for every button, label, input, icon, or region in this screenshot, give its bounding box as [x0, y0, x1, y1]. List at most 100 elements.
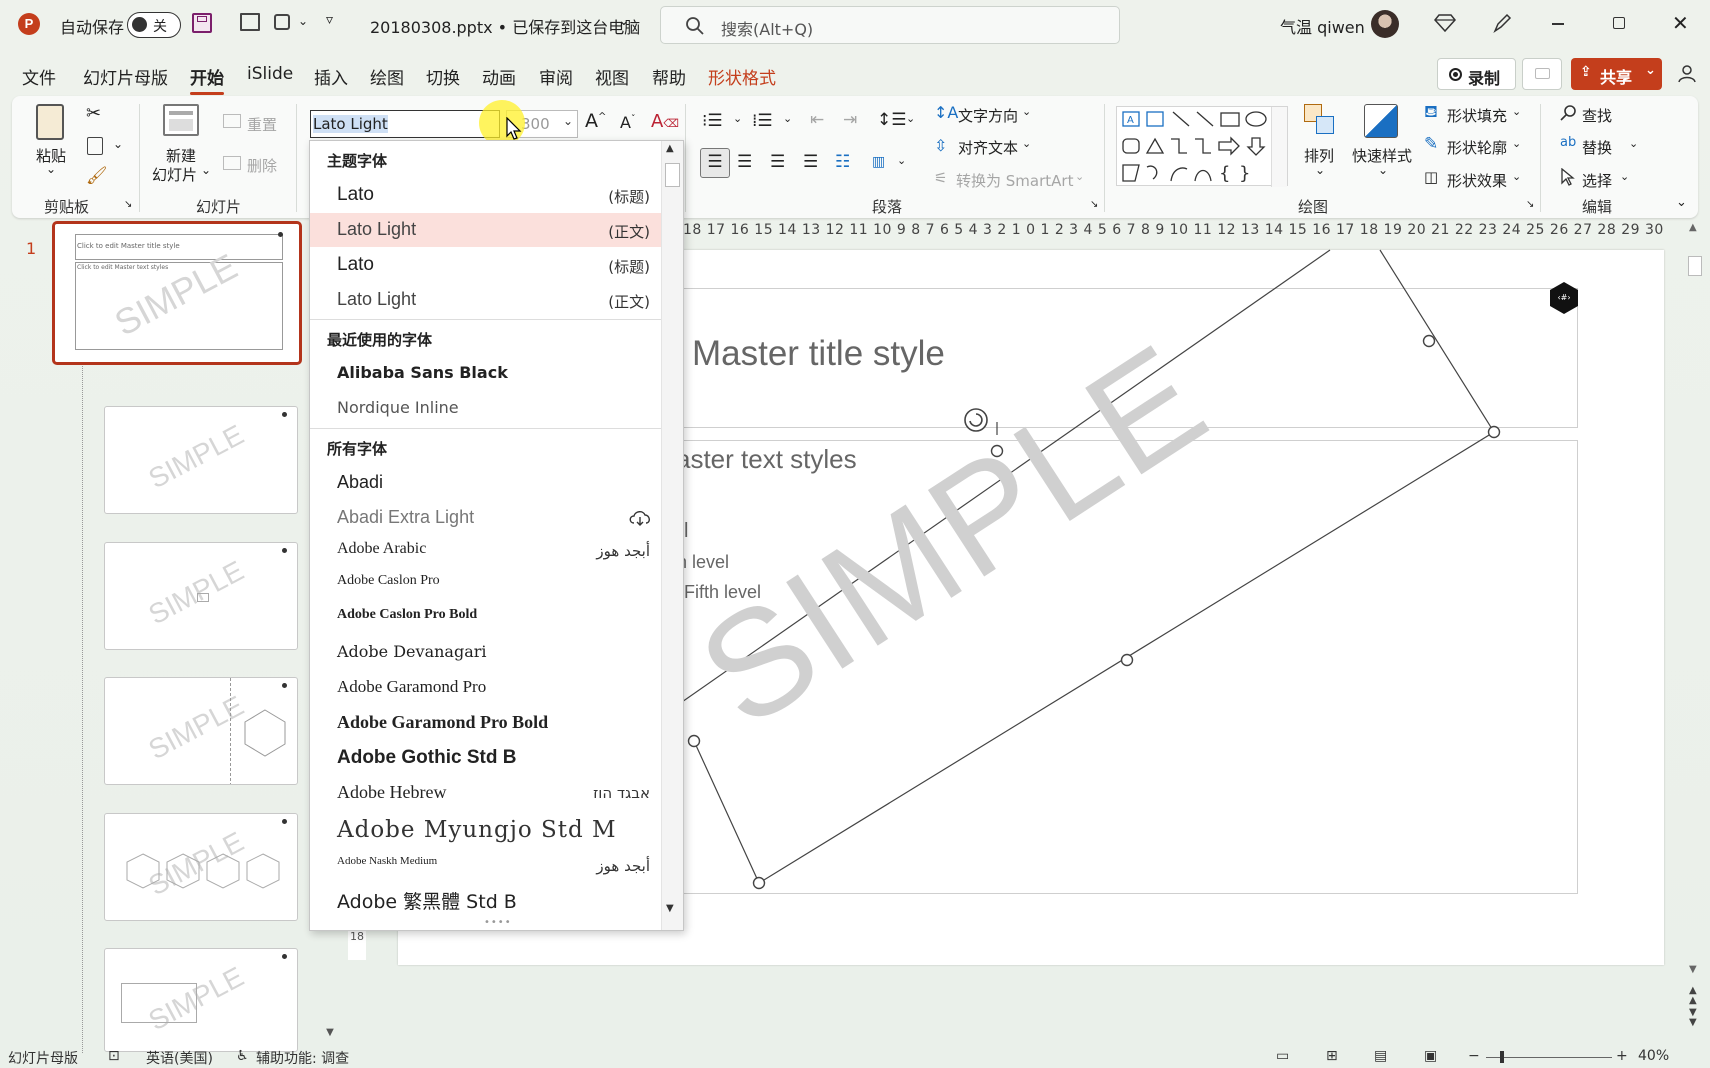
delete-icon[interactable] — [223, 156, 241, 170]
normal-view-icon[interactable]: ▭ — [1276, 1048, 1289, 1064]
font-name-input[interactable]: Lato Light — [310, 110, 500, 138]
comments-button[interactable] — [1522, 58, 1562, 90]
bullets-chevron-icon[interactable]: ⌄ — [733, 112, 742, 125]
tab-draw[interactable]: 绘图 — [370, 64, 404, 89]
filename-chevron-down-icon[interactable]: ⌄ — [618, 13, 630, 29]
font-list-scrollbar[interactable]: ▲ ▼ — [661, 141, 683, 930]
align-text-chevron-icon[interactable]: ⌄ — [1022, 137, 1031, 150]
text-direction-icon[interactable]: ↕A — [934, 103, 958, 122]
prev-slide-icon[interactable]: ▲ ▲ — [1689, 986, 1697, 1006]
autosave-toggle[interactable]: 关 — [127, 12, 181, 38]
slide-thumbnail-5[interactable]: SIMPLE — [104, 813, 298, 921]
align-left-button[interactable]: ☰ — [700, 148, 730, 178]
ribbon-collapse-icon[interactable]: ⌄ — [1676, 195, 1687, 210]
find-button[interactable]: 查找 — [1582, 105, 1612, 126]
font-option-adobe-hebrew[interactable]: Adobe Hebrew אבגד הוז — [310, 776, 662, 810]
tab-home[interactable]: 开始 — [190, 64, 224, 95]
arrange-chevron-icon[interactable]: ⌄ — [1315, 163, 1325, 177]
scroll-up-icon[interactable]: ▲ — [666, 143, 674, 154]
font-option-adobe-gothic-std-b[interactable]: Adobe Gothic Std B — [310, 741, 662, 775]
shape-outline-button[interactable]: 形状轮廓 — [1447, 137, 1507, 158]
diamond-icon[interactable] — [1434, 13, 1456, 33]
grow-font-icon[interactable]: A^ — [585, 110, 606, 132]
decrease-indent-icon[interactable]: ⇤ — [810, 110, 824, 130]
zoom-in-icon[interactable]: + — [1616, 1048, 1628, 1064]
tab-view[interactable]: 视图 — [595, 64, 629, 89]
font-option-adobe-naskh-medium[interactable]: Adobe Naskh Medium أبجد هوز — [310, 849, 662, 883]
shrink-font-icon[interactable]: Aˇ — [620, 113, 635, 132]
tab-insert[interactable]: 插入 — [314, 64, 348, 89]
find-icon[interactable] — [1560, 104, 1578, 122]
numbering-icon[interactable]: ⁞☰ — [752, 111, 773, 131]
select-button[interactable]: 选择 — [1582, 170, 1612, 191]
avatar[interactable] — [1371, 10, 1399, 38]
delete-button[interactable]: 删除 — [247, 155, 277, 176]
quick-styles-chevron-icon[interactable]: ⌄ — [1378, 163, 1388, 177]
paste-chevron-icon[interactable]: ⌄ — [46, 162, 56, 176]
smartart-icon[interactable]: ⚟ — [934, 169, 947, 187]
resize-grip-icon[interactable]: •••• — [484, 917, 512, 928]
justify-icon[interactable]: ☰ — [803, 152, 818, 172]
columns-chevron-icon[interactable]: ⌄ — [897, 154, 906, 167]
thumb-scroll-down-icon[interactable]: ▼ — [322, 1027, 338, 1043]
document-filename[interactable]: 20180308.pptx • 已保存到这台电脑 — [370, 14, 640, 38]
font-option-nordique-inline[interactable]: Nordique Inline — [310, 392, 662, 426]
select-cursor-icon[interactable] — [1561, 168, 1575, 186]
pen-icon[interactable] — [1492, 12, 1512, 34]
shape-fill-icon[interactable]: ⛾ — [1424, 102, 1438, 124]
cut-icon[interactable]: ✂ — [86, 103, 101, 124]
font-option-abadi[interactable]: Abadi — [310, 466, 662, 500]
select-chevron-icon[interactable]: ⌄ — [1620, 170, 1629, 183]
align-text-button[interactable]: 对齐文本 — [958, 137, 1018, 158]
scroll-thumb[interactable] — [1688, 256, 1702, 276]
new-slide-icon[interactable] — [163, 104, 199, 136]
shape-effects-icon[interactable]: ◫ — [1424, 168, 1438, 186]
font-option-lato-heading[interactable]: Lato (标题) — [310, 178, 662, 212]
spellcheck-icon[interactable]: ⊡ — [108, 1048, 120, 1064]
zoom-level[interactable]: 40% — [1638, 1048, 1669, 1064]
shape-effects-chevron-icon[interactable]: ⌄ — [1512, 170, 1521, 183]
font-option-adobe-arabic[interactable]: Adobe Arabic أبجد هوز — [310, 534, 662, 568]
font-option-adobe-caslon-pro-bold[interactable]: Adobe Caslon Pro Bold — [310, 601, 662, 635]
close-button[interactable]: ✕ — [1672, 11, 1689, 35]
replace-chevron-icon[interactable]: ⌄ — [1629, 137, 1638, 150]
scroll-down-icon[interactable]: ▼ — [666, 903, 674, 914]
reset-icon[interactable] — [223, 114, 241, 128]
save-icon[interactable] — [192, 13, 212, 33]
text-direction-chevron-icon[interactable]: ⌄ — [1022, 105, 1031, 118]
paste-icon[interactable] — [36, 104, 64, 140]
tab-transitions[interactable]: 切换 — [426, 64, 460, 89]
vertical-ruler[interactable]: 18 — [348, 930, 366, 960]
paragraph-launcher-icon[interactable]: ↘ — [1090, 199, 1098, 210]
text-direction-button[interactable]: 文字方向 — [958, 105, 1018, 126]
distributed-icon[interactable]: ☷ — [835, 152, 850, 172]
reading-view-icon[interactable]: ▤ — [1374, 1048, 1387, 1064]
font-size-chevron-icon[interactable]: ⌄ — [563, 114, 573, 128]
align-right-icon[interactable]: ☰ — [770, 152, 785, 172]
copy-chevron-icon[interactable]: ⌄ — [113, 137, 123, 151]
format-painter-icon[interactable]: 🖌 — [86, 166, 108, 186]
clipboard-launcher-icon[interactable]: ↘ — [124, 199, 132, 210]
accessibility-icon[interactable]: ♿ — [236, 1048, 249, 1064]
numbering-chevron-icon[interactable]: ⌄ — [783, 112, 792, 125]
accessibility-label[interactable]: 辅助功能: 调查 — [256, 1048, 349, 1068]
shape-outline-icon[interactable]: ✎ — [1424, 134, 1438, 154]
reset-button[interactable]: 重置 — [247, 114, 277, 135]
font-option-adobe-caslon-pro[interactable]: Adobe Caslon Pro — [310, 567, 662, 601]
increase-indent-icon[interactable]: ⇥ — [843, 110, 857, 130]
minimize-button[interactable] — [1552, 23, 1564, 25]
restore-button[interactable] — [1613, 17, 1625, 29]
slide-thumbnail-4[interactable]: SIMPLE — [104, 677, 298, 785]
slide-thumbnail-2[interactable]: SIMPLE — [104, 406, 298, 514]
next-slide-icon[interactable]: ▼ ▼ — [1689, 1008, 1697, 1028]
tab-islide[interactable]: iSlide — [247, 64, 293, 84]
shape-effects-button[interactable]: 形状效果 — [1447, 170, 1507, 191]
language-label[interactable]: 英语(美国) — [146, 1048, 213, 1068]
new-slide-chevron-icon[interactable]: ⌄ — [201, 163, 211, 177]
new-slide-label[interactable]: 新建 — [166, 145, 196, 166]
shape-outline-chevron-icon[interactable]: ⌄ — [1512, 137, 1521, 150]
zoom-out-icon[interactable]: − — [1468, 1048, 1480, 1064]
scroll-thumb[interactable] — [665, 163, 680, 187]
slide-thumbnail-3[interactable]: SIMPLE — [104, 542, 298, 650]
tab-animations[interactable]: 动画 — [482, 64, 516, 89]
